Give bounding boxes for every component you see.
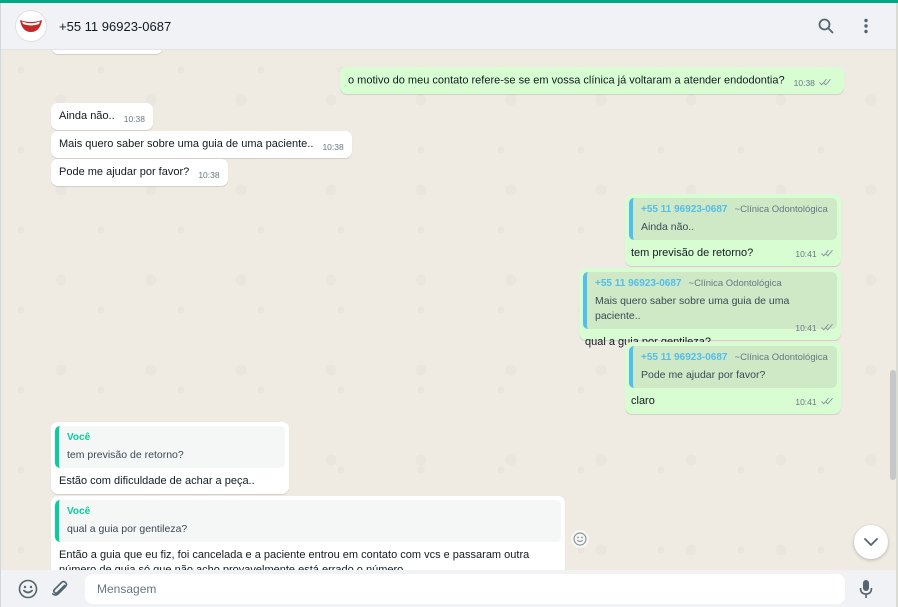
scrollbar-thumb[interactable] (890, 370, 896, 480)
message-bubble-out-reply[interactable]: +55 11 96923-0687 ~Clínica Odontológica … (579, 268, 841, 348)
message-input[interactable] (85, 573, 845, 604)
avatar[interactable] (15, 10, 47, 42)
attach-icon[interactable] (49, 578, 71, 600)
smile-logo-icon (20, 20, 42, 32)
emoji-icon[interactable] (17, 578, 39, 600)
message-time: 10:38 (793, 78, 815, 88)
search-icon[interactable] (816, 16, 836, 36)
chat-window: +55 11 96923-0687 o motivo do meu contat… (0, 3, 896, 607)
chat-header: +55 11 96923-0687 (1, 3, 896, 50)
read-ticks-icon (821, 247, 833, 262)
message-composer (1, 570, 896, 607)
quoted-message[interactable]: Você qual a guia por gentileza? (55, 500, 561, 542)
read-ticks-icon (821, 395, 833, 410)
quote-author-tag: ~Clínica Odontológica (688, 278, 782, 289)
quote-author-tag: ~Clínica Odontológica (734, 352, 828, 363)
read-ticks-icon (821, 321, 833, 336)
quote-text: Ainda não.. (641, 221, 695, 233)
quote-author: +55 11 96923-0687 (595, 278, 682, 289)
message-time: 10:41 (795, 396, 817, 407)
message-bubble-partial (51, 50, 163, 54)
message-text: Pode me ajudar por favor? (59, 166, 190, 178)
message-text: o motivo do meu contato refere-se se em … (348, 74, 785, 87)
quote-author: +55 11 96923-0687 (641, 204, 728, 215)
quote-author: +55 11 96923-0687 (641, 352, 728, 363)
message-bubble-out-reply[interactable]: +55 11 96923-0687 ~Clínica Odontológica … (625, 342, 841, 414)
message-time: 10:38 (123, 114, 145, 124)
message-text: Estão com dificuldade de achar a peça.. (59, 475, 255, 487)
message-time: 10:38 (198, 170, 220, 180)
message-bubble-in[interactable]: Mais quero saber sobre uma guia de uma p… (51, 131, 352, 158)
quoted-message[interactable]: Você tem previsão de retorno? (55, 426, 285, 468)
chevron-down-icon (864, 538, 878, 546)
message-text: Ainda não.. (59, 110, 115, 122)
message-text: Mais quero saber sobre uma guia de uma p… (59, 138, 314, 150)
message-time: 10:38 (322, 142, 344, 152)
quoted-message[interactable]: +55 11 96923-0687 ~Clínica Odontológica … (629, 198, 837, 240)
message-bubble-out[interactable]: o motivo do meu contato refere-se se em … (340, 67, 844, 95)
scroll-down-button[interactable] (854, 525, 888, 559)
contact-name[interactable]: +55 11 96923-0687 (59, 19, 171, 34)
message-list[interactable]: o motivo do meu contato refere-se se em … (1, 50, 896, 570)
quote-author: Você (67, 506, 91, 517)
quote-text: Mais quero saber sobre uma guia de uma p… (595, 295, 790, 322)
react-emoji-icon[interactable] (571, 530, 589, 548)
quote-text: tem previsão de retorno? (67, 449, 184, 461)
message-bubble-out-reply[interactable]: +55 11 96923-0687 ~Clínica Odontológica … (625, 194, 841, 266)
message-text: Então a guia que eu fiz, foi cancelada e… (59, 549, 530, 570)
message-bubble-in[interactable]: Pode me ajudar por favor? 10:38 (51, 159, 228, 186)
mic-icon[interactable] (855, 578, 877, 600)
quote-author: Você (67, 432, 91, 443)
quoted-message[interactable]: +55 11 96923-0687 ~Clínica Odontológica … (629, 346, 837, 388)
message-bubble-in-reply[interactable]: Você qual a guia por gentileza? Então a … (51, 496, 565, 570)
message-time: 10:41 (795, 248, 817, 259)
read-ticks-icon (819, 76, 832, 91)
message-bubble-in[interactable]: Ainda não.. 10:38 (51, 103, 153, 130)
message-time: 10:41 (795, 322, 817, 333)
quote-text: Pode me ajudar por favor? (641, 369, 766, 381)
message-bubble-in-reply[interactable]: Você tem previsão de retorno? Estão com … (51, 422, 289, 504)
quote-author-tag: ~Clínica Odontológica (734, 204, 828, 215)
quote-text: qual a guia por gentileza? (67, 523, 188, 535)
menu-dots-icon[interactable] (856, 16, 876, 36)
